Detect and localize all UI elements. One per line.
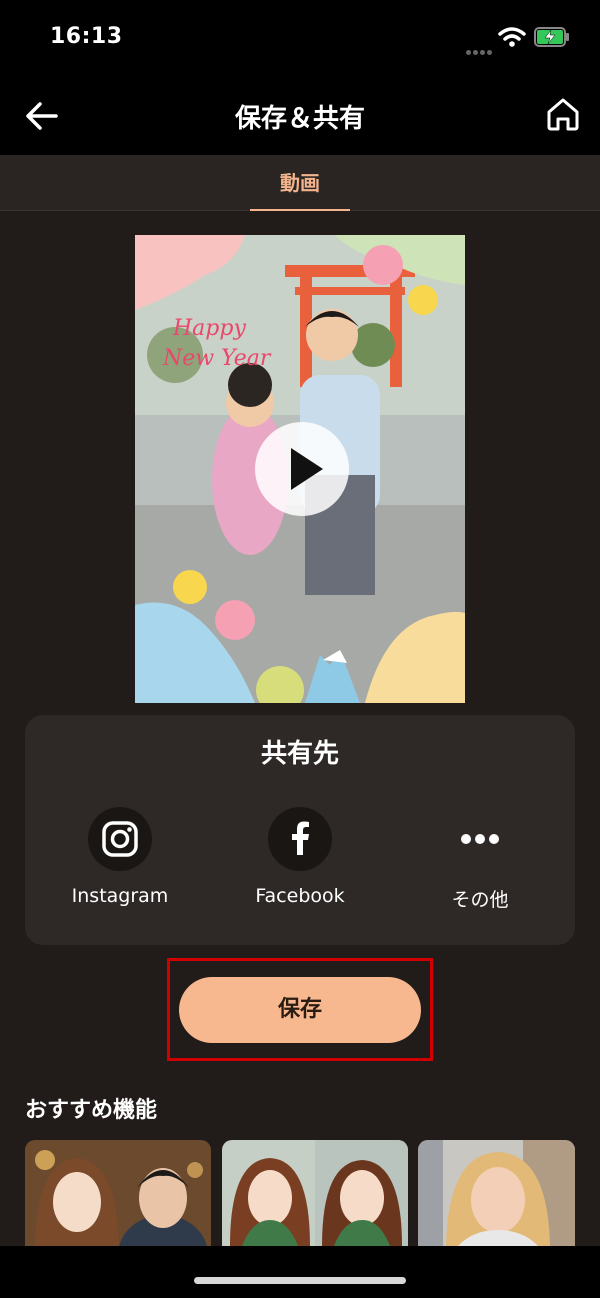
share-title: 共有先 <box>260 739 339 769</box>
share-facebook-label: Facebook <box>255 885 345 907</box>
home-indicator[interactable] <box>194 1277 406 1284</box>
share-instagram[interactable]: Instagram <box>40 807 200 907</box>
screen: 16:13 保存＆共有 動画 Happy New Year 共有先 Instag… <box>0 0 600 1298</box>
play-button[interactable] <box>255 422 349 516</box>
recommended-card-1[interactable] <box>25 1140 211 1246</box>
status-time: 16:13 <box>50 24 123 49</box>
wifi-icon <box>498 27 526 47</box>
share-panel: 共有先 Instagram Facebook その他 <box>25 715 575 945</box>
share-facebook[interactable]: Facebook <box>220 807 380 907</box>
recommended-image-1 <box>25 1140 211 1246</box>
recommended-card-3[interactable] <box>418 1140 575 1246</box>
home-indicator-area <box>0 1246 600 1298</box>
share-other[interactable]: その他 <box>400 807 560 912</box>
recommended-image-2 <box>222 1140 408 1246</box>
share-other-label: その他 <box>451 889 509 911</box>
signal-dots-icon <box>466 40 494 59</box>
home-icon[interactable] <box>544 95 582 133</box>
share-instagram-label: Instagram <box>71 885 169 907</box>
facebook-icon <box>292 821 309 855</box>
nav-bar: 保存＆共有 <box>0 80 600 155</box>
instagram-icon <box>102 821 138 857</box>
status-bar: 16:13 <box>0 0 600 80</box>
share-instagram-circle[interactable] <box>88 807 152 871</box>
tab-video[interactable]: 動画 <box>250 155 350 211</box>
greeting-line1: Happy <box>172 316 246 341</box>
recommended-image-3 <box>418 1140 575 1246</box>
share-other-circle[interactable] <box>448 807 512 871</box>
recommended-title: おすすめ機能 <box>25 1098 158 1123</box>
battery-charging-icon <box>534 27 569 47</box>
tab-bar: 動画 <box>0 155 600 211</box>
share-facebook-circle[interactable] <box>268 807 332 871</box>
more-icon <box>461 834 499 844</box>
recommended-card-2[interactable] <box>222 1140 408 1246</box>
greeting-line2: New Year <box>162 346 272 371</box>
save-button[interactable]: 保存 <box>179 977 421 1043</box>
page-title: 保存＆共有 <box>234 104 365 134</box>
